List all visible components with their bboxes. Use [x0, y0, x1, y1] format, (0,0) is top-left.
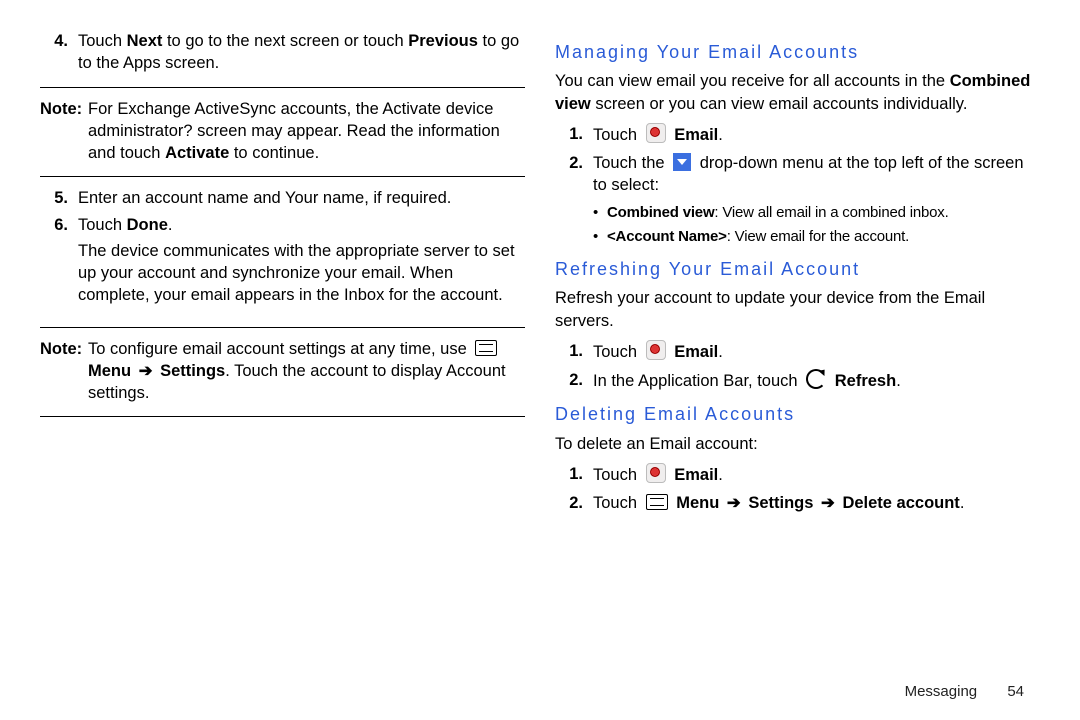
- text: Touch: [593, 466, 642, 484]
- text: Touch: [593, 126, 642, 144]
- note-label: Note:: [40, 98, 88, 165]
- managing-bullets: • Combined view: View all email in a com…: [593, 203, 1040, 248]
- bold-settings: Settings: [748, 494, 813, 512]
- text: .: [960, 494, 965, 512]
- heading-refreshing: Refreshing Your Email Account: [555, 257, 1040, 281]
- step-number: 1.: [569, 125, 583, 143]
- refresh-icon: [806, 369, 826, 389]
- bold-next: Next: [127, 32, 163, 50]
- bold-account-name: <Account Name>: [607, 228, 727, 245]
- footer-section: Messaging: [905, 683, 978, 700]
- arrow-icon: ➔: [727, 494, 741, 512]
- text: Touch the: [593, 154, 669, 172]
- step-6-body: The device communicates with the appropr…: [78, 240, 525, 307]
- managing-step-1: 1. Touch Email.: [555, 123, 1040, 146]
- step-number: 2.: [569, 154, 583, 172]
- arrow-icon: ➔: [821, 494, 835, 512]
- menu-icon: [475, 340, 497, 356]
- bold-delete-account: Delete account: [842, 494, 959, 512]
- refreshing-step-1: 1. Touch Email.: [555, 340, 1040, 363]
- step-4: 4. Touch Next to go to the next screen o…: [40, 30, 525, 75]
- bold-refresh: Refresh: [835, 372, 896, 390]
- note-2-text: To configure email account settings at a…: [88, 338, 525, 405]
- divider: [40, 327, 525, 328]
- bold-done: Done: [127, 216, 168, 234]
- footer-page-number: 54: [1007, 683, 1024, 700]
- text: .: [718, 466, 723, 484]
- email-icon: [646, 340, 666, 360]
- heading-deleting: Deleting Email Accounts: [555, 402, 1040, 426]
- bold-settings: Settings: [160, 362, 225, 380]
- managing-intro: You can view email you receive for all a…: [555, 70, 1040, 115]
- divider: [40, 416, 525, 417]
- step-number: 6.: [54, 216, 68, 234]
- text: to continue.: [229, 144, 319, 162]
- text: : View all email in a combined inbox.: [714, 204, 948, 221]
- text: To configure email account settings at a…: [88, 340, 471, 358]
- bold-activate: Activate: [165, 144, 229, 162]
- text: .: [168, 216, 173, 234]
- divider: [40, 176, 525, 177]
- step-number: 4.: [54, 32, 68, 50]
- managing-steps: 1. Touch Email. 2. Touch the drop-down m…: [555, 123, 1040, 197]
- refreshing-intro: Refresh your account to update your devi…: [555, 287, 1040, 332]
- managing-step-2: 2. Touch the drop-down menu at the top l…: [555, 152, 1040, 197]
- bold-menu: Menu: [676, 494, 719, 512]
- deleting-step-2: 2. Touch Menu ➔ Settings ➔ Delete accoun…: [555, 492, 1040, 514]
- text: to go to the next screen or touch: [162, 32, 408, 50]
- refreshing-steps: 1. Touch Email. 2. In the Application Ba…: [555, 340, 1040, 393]
- deleting-steps: 1. Touch Email. 2. Touch Menu ➔ Settings…: [555, 463, 1040, 515]
- right-column: Managing Your Email Accounts You can vie…: [555, 30, 1040, 700]
- bold-menu: Menu: [88, 362, 131, 380]
- text: Touch: [593, 343, 642, 361]
- email-icon: [646, 123, 666, 143]
- manual-page: 4. Touch Next to go to the next screen o…: [0, 0, 1080, 720]
- step-4-text: Touch Next to go to the next screen or t…: [78, 30, 525, 75]
- text: .: [718, 343, 723, 361]
- text: : View email for the account.: [727, 228, 909, 245]
- refreshing-step-2: 2. In the Application Bar, touch Refresh…: [555, 369, 1040, 392]
- note-1: Note: For Exchange ActiveSync accounts, …: [40, 98, 525, 165]
- step-number: 2.: [569, 371, 583, 389]
- arrow-icon: ➔: [139, 362, 153, 380]
- text: In the Application Bar, touch: [593, 372, 802, 390]
- heading-managing: Managing Your Email Accounts: [555, 40, 1040, 64]
- left-column: 4. Touch Next to go to the next screen o…: [40, 30, 525, 700]
- text: screen or you can view email accounts in…: [591, 95, 968, 113]
- text: .: [718, 126, 723, 144]
- text: You can view email you receive for all a…: [555, 72, 950, 90]
- dropdown-icon: [673, 153, 691, 171]
- step-6-text: Touch Done. The device communicates with…: [78, 214, 525, 315]
- bullet-account-name: • <Account Name>: View email for the acc…: [593, 227, 1040, 247]
- step-number: 2.: [569, 494, 583, 512]
- bold-email: Email: [674, 343, 718, 361]
- bold-email: Email: [674, 466, 718, 484]
- bold-previous: Previous: [408, 32, 478, 50]
- deleting-intro: To delete an Email account:: [555, 433, 1040, 455]
- page-footer: Messaging 54: [905, 682, 1024, 702]
- step-5: 5. Enter an account name and Your name, …: [40, 187, 525, 209]
- deleting-step-1: 1. Touch Email.: [555, 463, 1040, 486]
- bold-combined-view: Combined view: [607, 204, 714, 221]
- step-5-text: Enter an account name and Your name, if …: [78, 187, 525, 209]
- note-label: Note:: [40, 338, 88, 405]
- email-icon: [646, 463, 666, 483]
- bullet-combined-view: • Combined view: View all email in a com…: [593, 203, 1040, 223]
- menu-icon: [646, 494, 668, 510]
- text: .: [896, 372, 901, 390]
- note-1-text: For Exchange ActiveSync accounts, the Ac…: [88, 98, 525, 165]
- step-number: 1.: [569, 342, 583, 360]
- bold-email: Email: [674, 126, 718, 144]
- text: Touch: [593, 494, 642, 512]
- note-2: Note: To configure email account setting…: [40, 338, 525, 405]
- step-number: 1.: [569, 465, 583, 483]
- text: Touch: [78, 32, 127, 50]
- step-6: 6. Touch Done. The device communicates w…: [40, 214, 525, 315]
- step-number: 5.: [54, 189, 68, 207]
- text: Touch: [78, 216, 127, 234]
- divider: [40, 87, 525, 88]
